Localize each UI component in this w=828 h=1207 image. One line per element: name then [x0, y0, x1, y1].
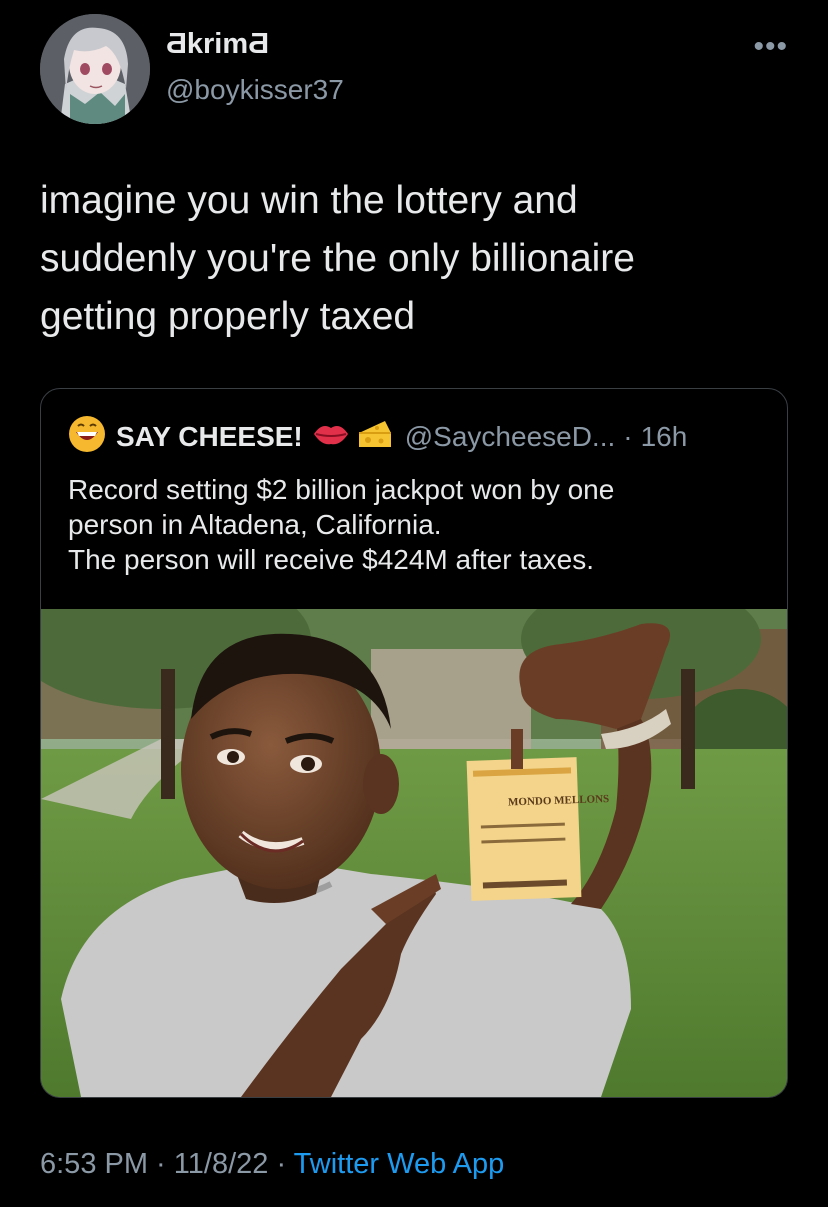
tweet-text: imagine you win the lottery and suddenly… — [40, 179, 635, 338]
quoted-time[interactable]: 16h — [641, 421, 688, 453]
anime-avatar-icon — [40, 14, 150, 124]
quoted-tweet-header: SAY CHEESE! @SaycheeseD... · 16h — [68, 415, 688, 456]
cheese-icon — [357, 419, 393, 456]
laughing-face-icon — [68, 415, 106, 460]
quoted-tweet-card[interactable]: SAY CHEESE! @SaycheeseD... · 16h Record … — [40, 388, 788, 1098]
lips-icon — [313, 421, 349, 454]
tweet-time[interactable]: 6:53 PM — [40, 1148, 148, 1180]
quoted-display-name[interactable]: SAY CHEESE! — [116, 421, 303, 453]
author-avatar[interactable] — [40, 14, 150, 124]
tweet-meta: 6:53 PM · 11/8/22 · Twitter Web App — [40, 1148, 504, 1181]
separator-dot: · — [148, 1148, 174, 1180]
quoted-tweet-text: Record setting $2 billion jackpot won by… — [68, 474, 615, 575]
tweet-date[interactable]: 11/8/22 — [174, 1148, 269, 1180]
author-handle[interactable]: @boykisser37 — [166, 74, 344, 106]
man-holding-lottery-ticket-photo: MONDO MELLONS — [41, 609, 787, 1097]
separator-dot: · — [268, 1148, 294, 1180]
quoted-tweet-photo[interactable]: MONDO MELLONS — [41, 609, 787, 1097]
separator-dot: · — [623, 421, 633, 452]
quoted-handle[interactable]: @SaycheeseD... — [405, 421, 616, 453]
author-display-name[interactable]: ƋkrimƋ — [166, 28, 269, 61]
tweet-source-link[interactable]: Twitter Web App — [294, 1148, 505, 1180]
more-options-icon[interactable]: ••• — [753, 30, 788, 64]
